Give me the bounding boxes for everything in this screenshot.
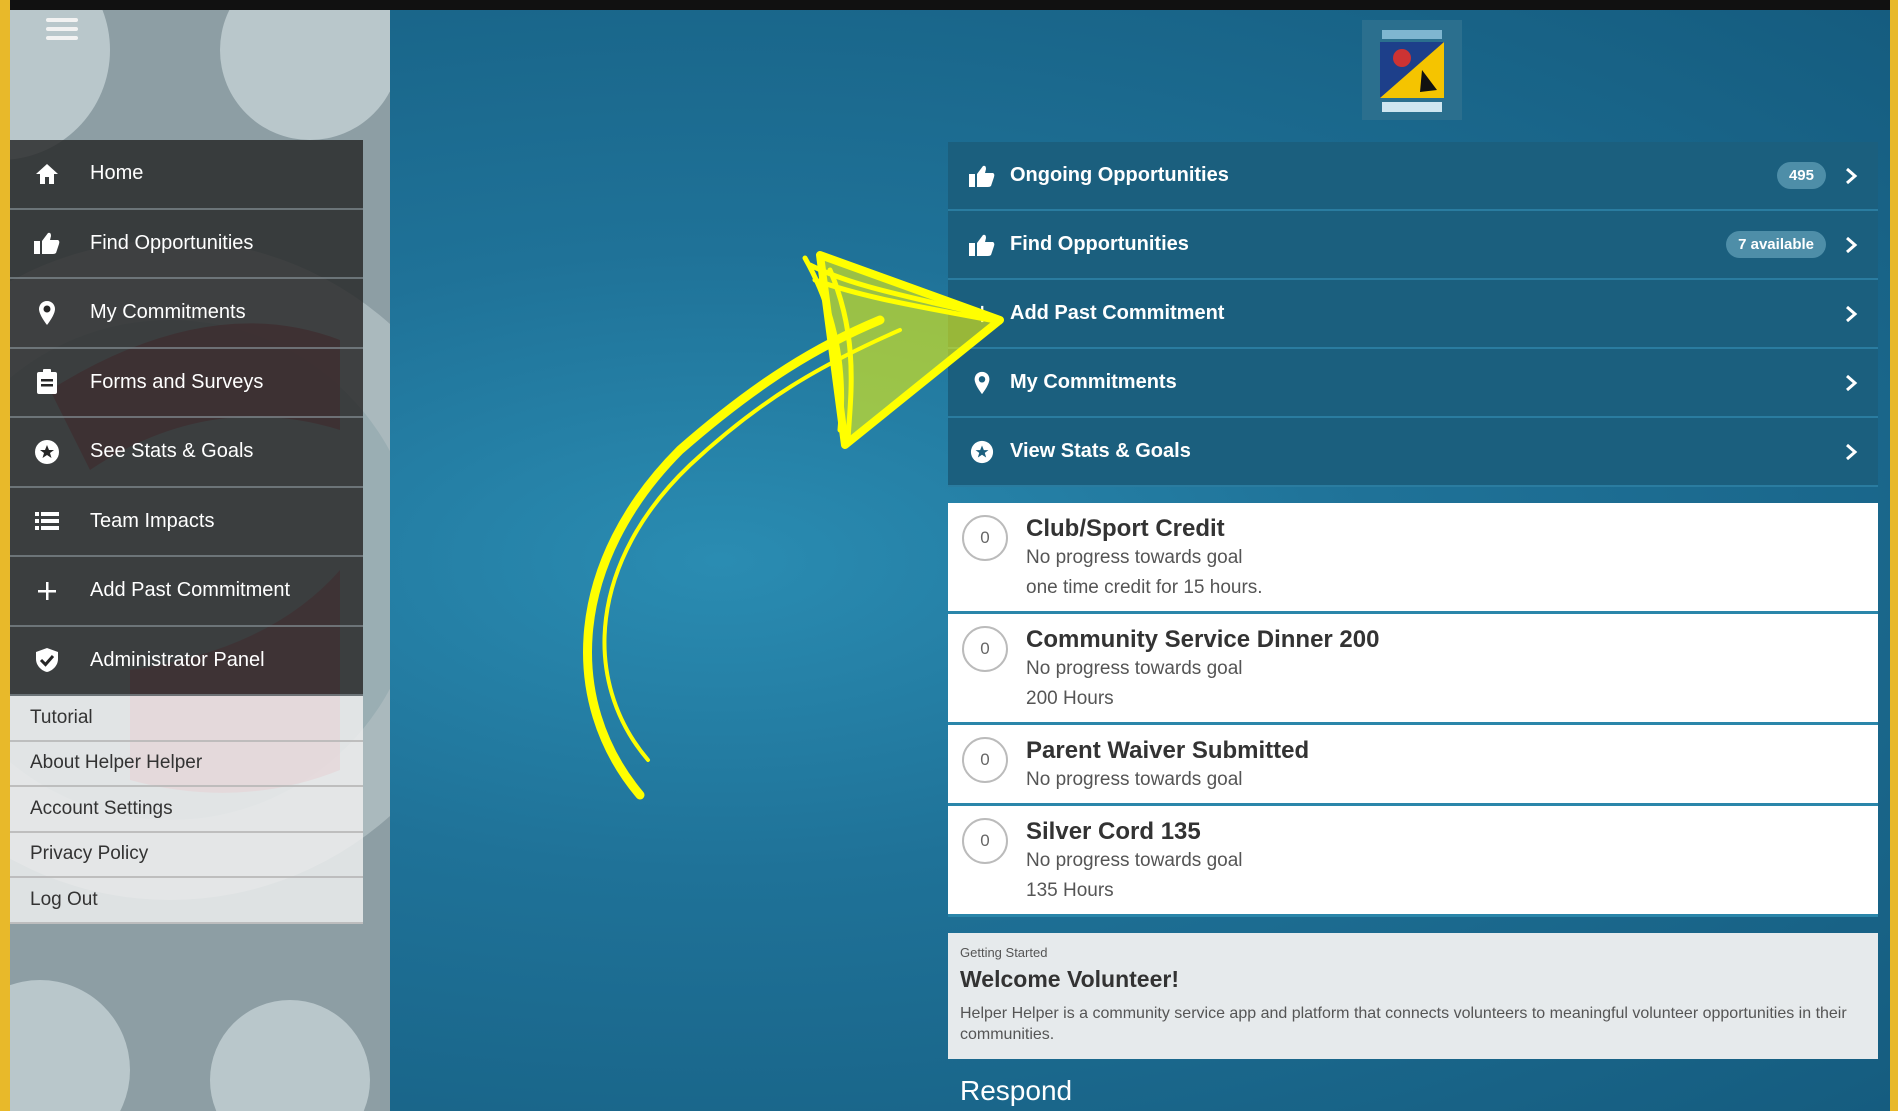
menu-item-find-opportunities[interactable]: Find Opportunities 7 available xyxy=(948,211,1878,280)
chevron-right-icon xyxy=(1846,443,1858,460)
sidebar-item-label: Team Impacts xyxy=(90,509,215,532)
sidebar-item-team-impacts[interactable]: Team Impacts xyxy=(10,487,363,557)
main-menu-list: Ongoing Opportunities 495 Find Opportuni… xyxy=(948,142,1878,487)
goal-status: No progress towards goal xyxy=(1026,547,1243,568)
goal-card[interactable]: 0 Silver Cord 135 No progress towards go… xyxy=(948,806,1878,917)
welcome-body: Helper Helper is a community service app… xyxy=(960,1005,1847,1043)
chevron-right-icon xyxy=(1846,305,1858,322)
right-frame-edge xyxy=(1890,0,1898,1111)
goal-status: No progress towards goal xyxy=(1026,769,1243,790)
sidebar-item-label: Add Past Commitment xyxy=(90,579,291,602)
plus-icon xyxy=(968,300,996,328)
chevron-right-icon xyxy=(1846,236,1858,253)
menu-item-label: Find Opportunities xyxy=(1010,233,1189,255)
welcome-card: Getting Started Welcome Volunteer! Helpe… xyxy=(948,933,1878,1059)
chevron-right-icon xyxy=(1846,374,1858,391)
list-icon xyxy=(32,506,62,536)
goal-status: No progress towards goal xyxy=(1026,850,1243,871)
top-frame-edge xyxy=(0,0,1898,10)
goals-list: 0 Club/Sport Credit No progress towards … xyxy=(948,503,1878,917)
sidebar-item-label: Administrator Panel xyxy=(90,648,265,671)
community-service-logo[interactable] xyxy=(1362,20,1462,120)
sidebar-link-privacy-policy[interactable]: Privacy Policy xyxy=(10,832,363,878)
sidebar-link-log-out[interactable]: Log Out xyxy=(10,878,363,924)
welcome-kicker: Getting Started xyxy=(960,945,1048,960)
goal-title: Club/Sport Credit xyxy=(1026,515,1225,542)
thumbs-up-icon xyxy=(32,228,62,258)
sidebar-item-label: My Commitments xyxy=(90,301,246,324)
sidebar-item-my-commitments[interactable]: My Commitments xyxy=(10,279,363,349)
goal-progress-count: 0 xyxy=(962,515,1008,561)
home-icon xyxy=(32,159,62,189)
goal-card[interactable]: 0 Club/Sport Credit No progress towards … xyxy=(948,503,1878,614)
welcome-title: Welcome Volunteer! xyxy=(960,966,1179,992)
sidebar-item-find-opportunities[interactable]: Find Opportunities xyxy=(10,209,363,279)
sidebar-link-tutorial[interactable]: Tutorial xyxy=(10,696,363,742)
goal-progress-count: 0 xyxy=(962,737,1008,783)
menu-item-label: Add Past Commitment xyxy=(1010,302,1225,324)
left-frame-edge xyxy=(0,0,10,1111)
menu-item-add-past-commitment[interactable]: Add Past Commitment xyxy=(948,280,1878,349)
goal-progress-count: 0 xyxy=(962,818,1008,864)
goal-detail: 200 Hours xyxy=(1026,688,1114,709)
chevron-right-icon xyxy=(1846,167,1858,184)
clipboard-icon xyxy=(32,367,62,397)
menu-item-label: My Commitments xyxy=(1010,371,1177,393)
star-circle-icon xyxy=(968,438,996,466)
sidebar-item-label: Find Opportunities xyxy=(90,231,254,254)
menu-item-label: Ongoing Opportunities xyxy=(1010,164,1229,186)
menu-item-my-commitments[interactable]: My Commitments xyxy=(948,349,1878,418)
goal-card[interactable]: 0 Parent Waiver Submitted No progress to… xyxy=(948,725,1878,806)
available-badge: 7 available xyxy=(1726,231,1826,258)
sidebar-item-administrator-panel[interactable]: Administrator Panel xyxy=(10,626,363,696)
sidebar-link-about[interactable]: About Helper Helper xyxy=(10,741,363,787)
goal-status: No progress towards goal xyxy=(1026,658,1243,679)
star-circle-icon xyxy=(32,437,62,467)
sidebar-item-label: See Stats & Goals xyxy=(90,440,254,463)
sidebar-secondary-nav: Tutorial About Helper Helper Account Set… xyxy=(10,696,363,924)
goal-title: Silver Cord 135 xyxy=(1026,818,1201,845)
map-pin-icon xyxy=(32,298,62,328)
map-pin-icon xyxy=(968,369,996,397)
goal-title: Community Service Dinner 200 xyxy=(1026,626,1380,653)
goal-progress-count: 0 xyxy=(962,626,1008,672)
goal-title: Parent Waiver Submitted xyxy=(1026,737,1310,764)
thumbs-up-icon xyxy=(968,162,996,190)
shield-check-icon xyxy=(32,645,62,675)
sidebar-item-home[interactable]: Home xyxy=(10,140,363,210)
hamburger-menu-button[interactable] xyxy=(44,14,80,44)
sidebar-item-add-past-commitment[interactable]: Add Past Commitment xyxy=(10,557,363,627)
menu-item-view-stats-goals[interactable]: View Stats & Goals xyxy=(948,418,1878,487)
plus-icon xyxy=(32,576,62,606)
goal-card[interactable]: 0 Community Service Dinner 200 No progre… xyxy=(948,614,1878,725)
respond-heading: Respond xyxy=(960,1075,1073,1106)
sidebar-item-forms-and-surveys[interactable]: Forms and Surveys xyxy=(10,348,363,418)
sidebar-nav: Home Find Opportunities My Commitments F… xyxy=(10,140,363,696)
thumbs-up-icon xyxy=(968,231,996,259)
sidebar-link-account-settings[interactable]: Account Settings xyxy=(10,787,363,833)
sidebar: Home Find Opportunities My Commitments F… xyxy=(10,10,390,1111)
menu-item-label: View Stats & Goals xyxy=(1010,440,1191,462)
goal-detail: one time credit for 15 hours. xyxy=(1026,577,1263,598)
menu-item-ongoing-opportunities[interactable]: Ongoing Opportunities 495 xyxy=(948,142,1878,211)
sidebar-item-see-stats-goals[interactable]: See Stats & Goals xyxy=(10,418,363,488)
sidebar-item-label: Home xyxy=(90,162,144,185)
main-content: Ongoing Opportunities 495 Find Opportuni… xyxy=(390,10,1890,1111)
sidebar-item-label: Forms and Surveys xyxy=(90,370,264,393)
goal-detail: 135 Hours xyxy=(1026,880,1114,901)
count-badge: 495 xyxy=(1776,162,1826,189)
